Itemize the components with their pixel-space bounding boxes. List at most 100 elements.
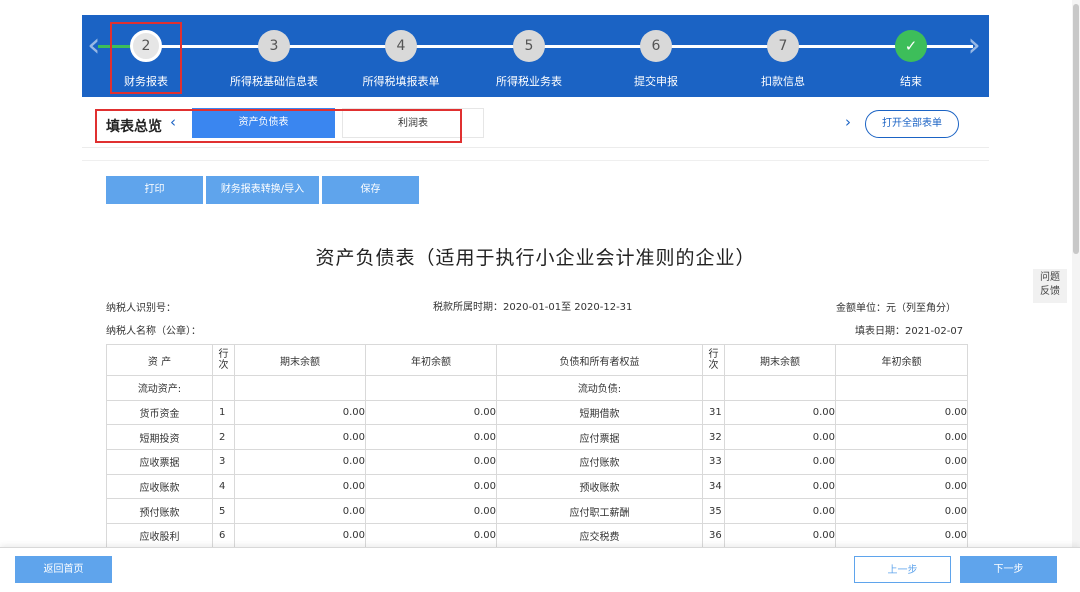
step-circle: 5 xyxy=(513,30,545,62)
liability-name-cell: 预收账款 xyxy=(496,473,703,500)
begin-balance-input[interactable]: 0.00 xyxy=(835,449,968,475)
step-circle: 7 xyxy=(767,30,799,62)
step-income-tax-basic-info[interactable]: 3 所得税基础信息表 xyxy=(210,15,338,97)
end-balance-input[interactable]: 0.00 xyxy=(234,473,366,500)
begin-balance-input[interactable]: 0.00 xyxy=(835,498,968,525)
end-balance-input[interactable]: 0.00 xyxy=(234,523,366,549)
table-row: 短期投资 2 0.00 0.00 应付票据 32 0.00 0.00 xyxy=(106,424,968,451)
feedback-button[interactable]: 问题 反馈 xyxy=(1033,269,1067,303)
step-circle: 3 xyxy=(258,30,290,62)
end-balance-input[interactable]: 0.00 xyxy=(724,523,836,549)
row-number-cell: 4 xyxy=(212,473,235,500)
liability-name-cell: 应付票据 xyxy=(496,424,703,451)
row-number-cell: 5 xyxy=(212,498,235,525)
row-number-cell: 6 xyxy=(212,523,235,549)
open-all-forms-button[interactable]: 打开全部表单 xyxy=(865,110,959,138)
step-label: 结束 xyxy=(900,75,922,88)
table-row: 预付账款 5 0.00 0.00 应付职工薪酬 35 0.00 0.00 xyxy=(106,498,968,525)
end-balance-input[interactable]: 0.00 xyxy=(724,498,836,525)
step-income-tax-forms[interactable]: 4 所得税填报表单 xyxy=(337,15,465,97)
end-balance-input[interactable]: 0.00 xyxy=(234,399,366,426)
row-number-cell: 1 xyxy=(212,399,235,426)
print-button[interactable]: 打印 xyxy=(106,176,203,204)
col-header-row-no: 行次 xyxy=(702,344,725,376)
liability-name-cell: 应付职工薪酬 xyxy=(496,498,703,525)
end-balance-input[interactable]: 0.00 xyxy=(724,424,836,451)
begin-balance-input[interactable]: 0.00 xyxy=(365,424,497,451)
asset-name-cell: 货币资金 xyxy=(106,399,213,426)
taxpayer-name-label: 纳税人名称（公章）： xyxy=(106,326,201,337)
col-header-begin-balance: 年初余额 xyxy=(365,344,497,376)
begin-balance-input[interactable]: 0.00 xyxy=(365,449,497,475)
liability-name-cell: 应交税费 xyxy=(496,523,703,549)
taxpayer-id-label: 纳税人识别号： xyxy=(106,303,176,314)
step-label: 扣款信息 xyxy=(761,75,805,88)
row-number-cell: 34 xyxy=(702,473,725,500)
asset-name-cell: 应收股利 xyxy=(106,523,213,549)
step-label: 提交申报 xyxy=(634,75,678,88)
step-label: 所得税基础信息表 xyxy=(230,75,318,88)
stepper-next-arrow-icon[interactable]: › xyxy=(967,25,981,65)
begin-balance-input[interactable]: 0.00 xyxy=(835,424,968,451)
asset-name-cell: 短期投资 xyxy=(106,424,213,451)
begin-balance-input[interactable]: 0.00 xyxy=(835,473,968,500)
col-header-end-balance: 期末余额 xyxy=(234,344,366,376)
begin-balance-input[interactable]: 0.00 xyxy=(835,399,968,426)
begin-balance-input[interactable]: 0.00 xyxy=(365,399,497,426)
begin-balance-input[interactable]: 0.00 xyxy=(365,473,497,500)
begin-balance-input[interactable]: 0.00 xyxy=(835,523,968,549)
empty-cell xyxy=(234,375,366,401)
end-balance-input[interactable]: 0.00 xyxy=(724,449,836,475)
amount-unit: 金额单位：元（列至角分） xyxy=(836,303,956,314)
table-section-row: 流动资产: 流动负债: xyxy=(106,375,968,401)
asset-name-cell: 应收票据 xyxy=(106,449,213,475)
table-row: 应收票据 3 0.00 0.00 应付账款 33 0.00 0.00 xyxy=(106,449,968,475)
row-number-cell: 2 xyxy=(212,424,235,451)
convert-import-button[interactable]: 财务报表转换/导入 xyxy=(206,176,319,204)
table-header-row: 资 产 行次 期末余额 年初余额 负债和所有者权益 行次 期末余额 年初余额 xyxy=(106,344,968,376)
report-title: 资产负债表（适用于执行小企业会计准则的企业） xyxy=(315,247,756,269)
end-balance-input[interactable]: 0.00 xyxy=(724,473,836,500)
liability-name-cell: 应付账款 xyxy=(496,449,703,475)
empty-cell xyxy=(835,375,968,401)
back-home-button[interactable]: 返回首页 xyxy=(15,556,112,583)
tab-next-arrow-icon[interactable]: › xyxy=(845,113,851,131)
scrollbar-thumb[interactable] xyxy=(1073,4,1079,254)
asset-name-cell: 预付账款 xyxy=(106,498,213,525)
highlight-box-step xyxy=(110,22,182,94)
col-header-liabilities-equity: 负债和所有者权益 xyxy=(496,344,703,376)
begin-balance-input[interactable]: 0.00 xyxy=(365,523,497,549)
fill-date: 填表日期：2021-02-07 xyxy=(855,326,964,337)
row-number-cell: 33 xyxy=(702,449,725,475)
end-balance-input[interactable]: 0.00 xyxy=(234,498,366,525)
next-step-button[interactable]: 下一步 xyxy=(960,556,1057,583)
asset-name-cell: 应收账款 xyxy=(106,473,213,500)
step-circle: 6 xyxy=(640,30,672,62)
balance-sheet-table: 资 产 行次 期末余额 年初余额 负债和所有者权益 行次 期末余额 年初余额 流… xyxy=(106,344,968,549)
begin-balance-input[interactable]: 0.00 xyxy=(365,498,497,525)
empty-cell xyxy=(724,375,836,401)
step-finish[interactable]: ✓ 结束 xyxy=(847,15,975,97)
row-number-cell: 31 xyxy=(702,399,725,426)
highlight-box-tabs xyxy=(95,109,462,143)
row-number-cell: 32 xyxy=(702,424,725,451)
empty-cell xyxy=(365,375,497,401)
feedback-label-line1: 问题 xyxy=(1040,272,1060,283)
step-label: 所得税业务表 xyxy=(496,75,562,88)
table-row: 应收账款 4 0.00 0.00 预收账款 34 0.00 0.00 xyxy=(106,473,968,500)
empty-cell xyxy=(702,375,725,401)
page-scrollbar[interactable] xyxy=(1072,0,1080,592)
table-row: 应收股利 6 0.00 0.00 应交税费 36 0.00 0.00 xyxy=(106,523,968,549)
step-submit-declaration[interactable]: 6 提交申报 xyxy=(592,15,720,97)
save-button[interactable]: 保存 xyxy=(322,176,419,204)
end-balance-input[interactable]: 0.00 xyxy=(234,449,366,475)
col-header-assets: 资 产 xyxy=(106,344,213,376)
previous-step-button[interactable]: 上一步 xyxy=(854,556,951,583)
row-number-cell: 36 xyxy=(702,523,725,549)
col-header-begin-balance: 年初余额 xyxy=(835,344,968,376)
table-row: 货币资金 1 0.00 0.00 短期借款 31 0.00 0.00 xyxy=(106,399,968,426)
step-income-tax-business[interactable]: 5 所得税业务表 xyxy=(465,15,593,97)
step-deduction-info[interactable]: 7 扣款信息 xyxy=(719,15,847,97)
end-balance-input[interactable]: 0.00 xyxy=(724,399,836,426)
end-balance-input[interactable]: 0.00 xyxy=(234,424,366,451)
